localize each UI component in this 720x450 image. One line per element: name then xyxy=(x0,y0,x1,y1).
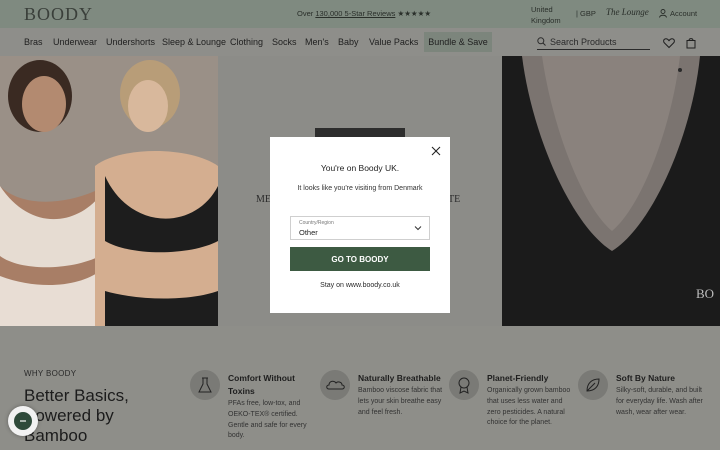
go-to-boody-button[interactable]: GO TO BOODY xyxy=(290,247,430,271)
feature-description: Bamboo viscose fabric that lets your ski… xyxy=(358,387,443,416)
modal-message: It looks like you're visiting from Denma… xyxy=(297,185,423,192)
feature-description: PFAs free, low-tox, and OEKO-TEX® certif… xyxy=(228,400,307,440)
award-icon xyxy=(449,370,479,400)
nav-mens[interactable]: Men's xyxy=(305,37,329,47)
nav-value-packs[interactable]: Value Packs xyxy=(369,37,418,47)
hero-image-bra-closeup[interactable]: BO xyxy=(502,56,720,326)
feature-description: Organically grown bamboo that uses less … xyxy=(487,387,571,427)
account-link[interactable]: Account xyxy=(659,9,697,18)
models-photo xyxy=(0,56,218,326)
reviews-promo: Over 130,000 5-Star Reviews ★★★★★ xyxy=(297,9,431,18)
account-label: Account xyxy=(670,9,698,18)
banner-heading-left: ME xyxy=(256,194,271,205)
stay-on-site-link[interactable]: Stay on www.boody.co.uk xyxy=(270,282,450,289)
promo-prefix: Over xyxy=(297,9,316,18)
the-lounge-link[interactable]: The Lounge xyxy=(606,7,649,17)
currency-selector[interactable]: | GBP xyxy=(576,9,596,18)
user-icon xyxy=(659,9,667,18)
announcement-bar: BOODY Over 130,000 5-Star Reviews ★★★★★ … xyxy=(0,0,720,28)
select-label: Country/Region xyxy=(299,220,334,226)
country-redirect-modal: You're on Boody UK. It looks like you're… xyxy=(270,137,450,313)
chat-bubble-icon xyxy=(14,412,32,430)
chat-widget-button[interactable] xyxy=(8,406,38,436)
feature-title: Comfort Without Toxins xyxy=(228,373,295,396)
search-placeholder: Search Products xyxy=(550,36,617,47)
stars-rating: ★★★★★ xyxy=(395,9,432,18)
section-headline: Better Basics, Powered by Bamboo xyxy=(24,386,129,445)
flask-icon xyxy=(190,370,220,400)
feature-title: Soft By Nature xyxy=(616,373,676,383)
close-icon[interactable] xyxy=(431,146,441,156)
cloud-icon xyxy=(320,370,350,400)
bra-closeup-photo xyxy=(502,56,720,326)
modal-title: You're on Boody UK. xyxy=(320,163,400,173)
section-eyebrow: WHY BOODY xyxy=(24,369,77,378)
bundle-save-button[interactable]: Bundle & Save xyxy=(424,32,492,52)
garment-logo: BO xyxy=(696,286,715,301)
chevron-down-icon xyxy=(414,226,422,231)
feature-title: Naturally Breathable xyxy=(358,373,441,383)
why-boody-section: WHY BOODY Better Basics, Powered by Bamb… xyxy=(0,326,720,450)
cart-bag-icon[interactable] xyxy=(685,37,697,49)
main-nav: Bras Underwear Undershorts Sleep & Loung… xyxy=(0,28,720,56)
reviews-link[interactable]: 130,000 5-Star Reviews xyxy=(315,9,395,18)
nav-undershorts[interactable]: Undershorts xyxy=(106,37,155,47)
region-selector[interactable]: United Kingdom xyxy=(531,4,571,26)
nav-clothing[interactable]: Clothing xyxy=(230,37,263,47)
nav-bras[interactable]: Bras xyxy=(24,37,43,47)
leaf-icon xyxy=(578,370,608,400)
nav-underwear[interactable]: Underwear xyxy=(53,37,97,47)
search-icon xyxy=(537,37,546,46)
feature-title: Planet-Friendly xyxy=(487,373,549,383)
select-value: Other xyxy=(299,228,318,237)
boody-logo[interactable]: BOODY xyxy=(24,4,93,25)
nav-sleep-lounge[interactable]: Sleep & Lounge xyxy=(162,37,226,47)
heart-icon[interactable] xyxy=(663,37,675,49)
feature-description: Silky-soft, durable, and built for every… xyxy=(616,387,703,416)
hero-image-models[interactable] xyxy=(0,56,218,326)
country-region-select[interactable]: Country/Region Other xyxy=(290,216,430,240)
search-input[interactable]: Search Products xyxy=(537,34,650,50)
nav-socks[interactable]: Socks xyxy=(272,37,297,47)
nav-baby[interactable]: Baby xyxy=(338,37,359,47)
